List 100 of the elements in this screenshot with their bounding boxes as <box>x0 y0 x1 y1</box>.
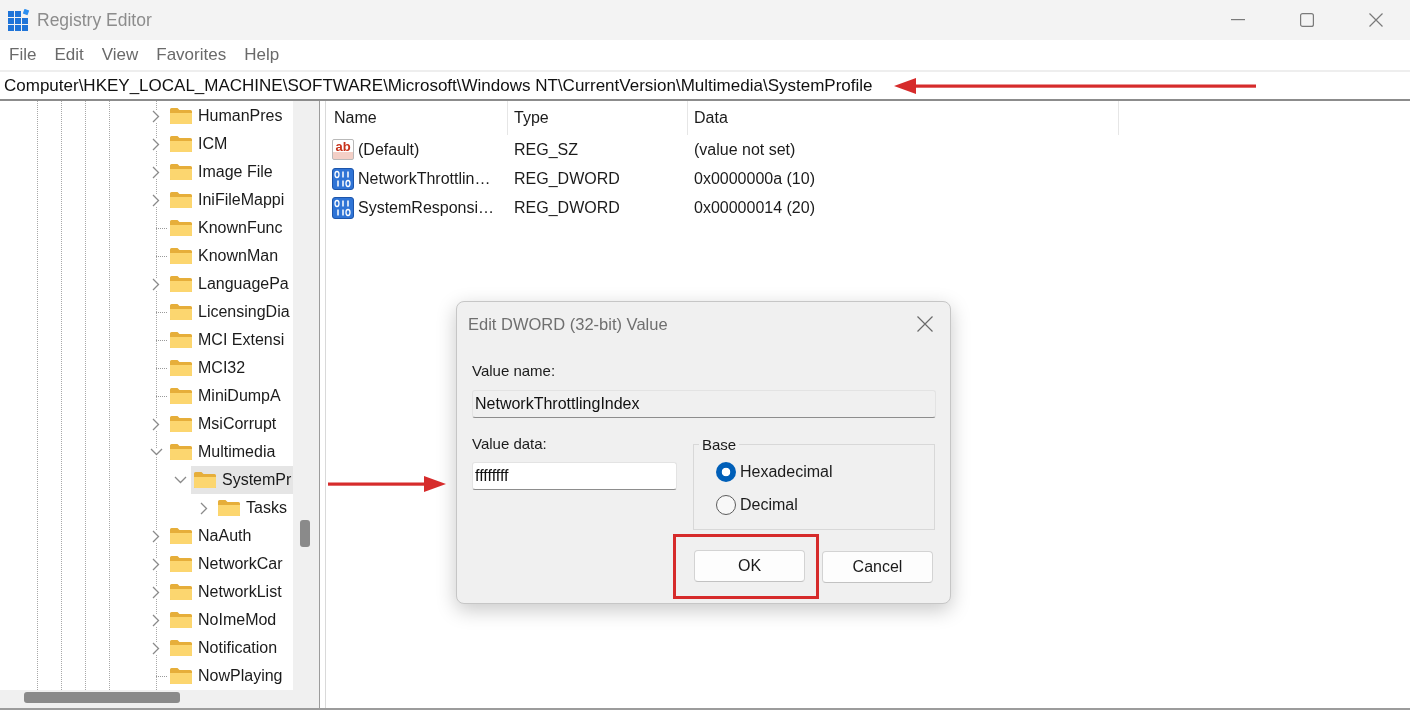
folder-icon <box>170 191 192 209</box>
tree-item[interactable]: LanguagePa <box>167 270 293 298</box>
radio-label[interactable]: Hexadecimal <box>740 462 833 482</box>
chevron-right-icon[interactable] <box>152 193 160 207</box>
column-header[interactable]: Data <box>688 101 1119 135</box>
field-label: Value name: <box>472 361 557 381</box>
chevron-down-icon[interactable] <box>149 448 163 456</box>
value-data-field[interactable]: ffffffff <box>472 462 677 490</box>
value-name: (Default) <box>358 139 420 160</box>
folder-icon <box>170 331 192 349</box>
value-data: (value not set) <box>693 139 797 160</box>
value-type: REG_SZ <box>513 139 579 160</box>
value-data: 0x00000014 (20) <box>693 197 816 218</box>
folder-icon <box>170 611 192 629</box>
chevron-right-icon[interactable] <box>152 277 160 291</box>
folder-icon <box>170 135 192 153</box>
column-header[interactable]: Name <box>326 101 508 135</box>
window-title: Registry Editor <box>37 9 153 31</box>
chevron-right-icon[interactable] <box>152 165 160 179</box>
value-name-field[interactable]: NetworkThrottlingIndex <box>472 390 936 418</box>
menu-item[interactable]: View <box>92 41 148 69</box>
tree-item[interactable]: IniFileMappi <box>167 186 293 214</box>
ab-icon: ab <box>332 139 354 160</box>
tree-item[interactable]: Notification <box>167 634 293 662</box>
value-row[interactable]: ab (Default) REG_SZ (value not set) <box>326 135 1410 164</box>
close-icon <box>1368 13 1383 27</box>
folder-icon <box>170 639 192 657</box>
value-data: 0x0000000a (10) <box>693 168 816 189</box>
radio-label[interactable]: Decimal <box>740 495 798 515</box>
field-label: Value data: <box>472 434 548 454</box>
tree-item[interactable]: NaAuth <box>167 522 293 550</box>
chevron-right-icon[interactable] <box>152 529 160 543</box>
tree-item[interactable]: NetworkCar <box>167 550 293 578</box>
folder-icon <box>170 247 192 265</box>
tree-item[interactable]: LicensingDia <box>167 298 293 326</box>
tree-item[interactable]: NoImeMod <box>167 606 293 634</box>
menu-item[interactable]: Favorites <box>147 41 236 69</box>
tree-item[interactable]: NetworkList <box>167 578 293 606</box>
chevron-down-icon[interactable] <box>173 476 187 484</box>
tree-item[interactable]: Tasks <box>215 494 293 522</box>
folder-icon <box>170 275 192 293</box>
dialog-button[interactable]: Cancel <box>822 550 933 583</box>
value-row[interactable]: SystemResponsi… REG_DWORD 0x00000014 (20) <box>326 193 1410 222</box>
value-type: REG_DWORD <box>513 168 621 189</box>
chevron-right-icon[interactable] <box>152 557 160 571</box>
chevron-right-icon[interactable] <box>200 501 208 515</box>
menu-item[interactable]: Help <box>235 41 289 69</box>
tree-item[interactable]: HumanPres <box>167 102 293 130</box>
folder-icon <box>170 583 192 601</box>
value-name: NetworkThrottlin… <box>358 168 491 189</box>
tree-item[interactable]: KnownMan <box>167 242 293 270</box>
folder-icon <box>170 107 192 125</box>
address-field[interactable]: Computer\HKEY_LOCAL_MACHINE\SOFTWARE\Microsoft\Windows NT\CurrentVersion\Multimedia\SystemProfile <box>0 73 873 98</box>
radio-button[interactable] <box>716 462 736 482</box>
group-label: Base <box>701 436 738 453</box>
folder-icon <box>170 527 192 545</box>
tree-item[interactable]: MsiCorrupt <box>167 410 293 438</box>
value-type: REG_DWORD <box>513 197 621 218</box>
dialog-title: Edit DWORD (32-bit) Value <box>468 313 669 335</box>
folder-icon <box>194 471 216 489</box>
binary-digits-icon <box>332 196 354 219</box>
menu-item[interactable]: File <box>0 41 46 69</box>
binary-digits-icon <box>332 167 354 190</box>
folder-icon <box>170 359 192 377</box>
chevron-right-icon[interactable] <box>152 109 160 123</box>
tree-item[interactable]: MCI32 <box>167 354 293 382</box>
value-name: SystemResponsi… <box>358 197 495 218</box>
folder-icon <box>170 163 192 181</box>
tree-item[interactable]: NowPlaying <box>167 662 293 690</box>
chevron-right-icon[interactable] <box>152 585 160 599</box>
scrollbar-thumb[interactable] <box>24 692 180 703</box>
folder-icon <box>170 443 192 461</box>
folder-icon <box>170 555 192 573</box>
menu-item[interactable]: Edit <box>45 41 93 69</box>
folder-icon <box>170 667 192 685</box>
cube-grid-icon <box>8 9 30 31</box>
dialog-button[interactable]: OK <box>694 550 805 582</box>
chevron-right-icon[interactable] <box>152 641 160 655</box>
minimize-icon <box>1230 19 1245 21</box>
maximize-icon <box>1299 13 1314 27</box>
folder-icon <box>170 387 192 405</box>
tree-item[interactable]: Multimedia <box>167 438 293 466</box>
tree-item[interactable]: MiniDumpA <box>167 382 293 410</box>
folder-icon <box>170 303 192 321</box>
folder-icon <box>170 415 192 433</box>
scrollbar-thumb[interactable] <box>300 520 310 547</box>
tree-item[interactable]: Image File <box>167 158 293 186</box>
value-row[interactable]: NetworkThrottlin… REG_DWORD 0x0000000a (10) <box>326 164 1410 193</box>
chevron-right-icon[interactable] <box>152 417 160 431</box>
radio-button[interactable] <box>716 495 736 515</box>
tree-item[interactable]: KnownFunc <box>167 214 293 242</box>
folder-icon <box>218 499 240 517</box>
close-icon <box>917 316 933 332</box>
folder-icon <box>170 219 192 237</box>
tree-item[interactable]: MCI Extensi <box>167 326 293 354</box>
column-header[interactable]: Type <box>508 101 688 135</box>
tree-item[interactable]: SystemPr <box>191 466 293 494</box>
tree-item[interactable]: ICM <box>167 130 293 158</box>
chevron-right-icon[interactable] <box>152 613 160 627</box>
chevron-right-icon[interactable] <box>152 137 160 151</box>
